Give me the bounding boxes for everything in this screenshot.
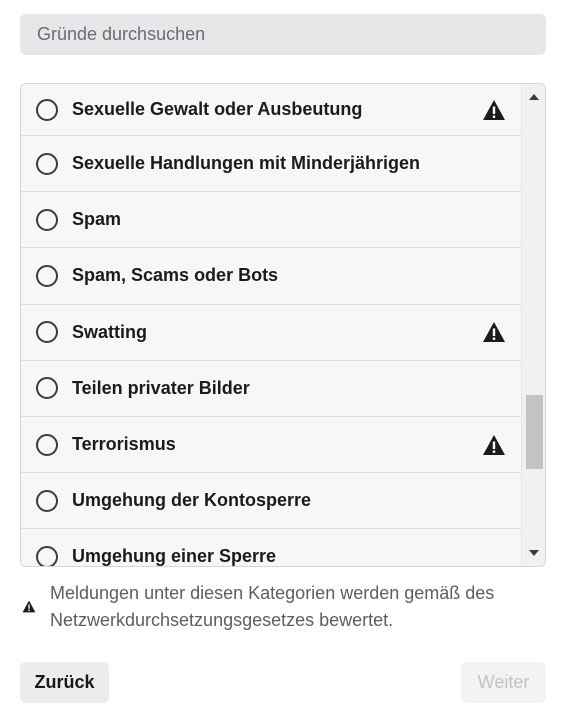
reason-option[interactable]: Teilen privater Bilder [21, 360, 521, 417]
reason-option[interactable]: Umgehung einer Sperre [21, 529, 521, 566]
search-box[interactable] [20, 14, 546, 55]
reason-label: Swatting [72, 321, 147, 342]
reason-label: Teilen privater Bilder [72, 377, 250, 398]
reason-option[interactable]: Swatting [21, 304, 521, 361]
radio-button[interactable] [36, 489, 58, 512]
reason-option[interactable]: Sexuelle Gewalt oder Ausbeutung [21, 84, 521, 136]
reason-label: Spam [72, 209, 122, 230]
radio-button[interactable] [36, 545, 58, 566]
reason-option[interactable]: Sexuelle Handlungen mit Minderjährigen [21, 136, 521, 193]
warning-triangle-icon [482, 321, 506, 343]
radio-button[interactable] [36, 321, 58, 344]
reason-option[interactable]: Spam [21, 192, 521, 249]
reason-label: Terrorismus [72, 434, 176, 455]
radio-button[interactable] [36, 208, 58, 231]
reason-list[interactable]: Sexuelle Gewalt oder Ausbeutung Sexuelle … [20, 83, 546, 567]
scroll-up-arrow-icon[interactable] [522, 88, 545, 106]
radio-button[interactable] [36, 264, 58, 287]
reason-option[interactable]: Terrorismus [21, 416, 521, 474]
next-button[interactable]: Weiter [461, 662, 546, 703]
reason-label: Umgehung der Kontosperre [72, 490, 312, 511]
warning-triangle-icon [22, 600, 36, 613]
reason-items: Sexuelle Gewalt oder Ausbeutung Sexuelle … [21, 84, 521, 566]
warning-triangle-icon [482, 434, 506, 456]
reason-option[interactable]: Umgehung der Kontosperre [21, 473, 521, 530]
notice-text: Meldungen unter diesen Kategorien werden… [50, 583, 495, 630]
scrollbar[interactable] [521, 84, 545, 566]
reason-label: Umgehung einer Sperre [72, 546, 277, 566]
reason-label: Spam, Scams oder Bots [72, 265, 279, 286]
radio-button[interactable] [36, 98, 58, 121]
search-input[interactable] [37, 14, 546, 55]
scroll-down-arrow-icon[interactable] [522, 544, 545, 562]
scrollbar-thumb[interactable] [526, 395, 543, 469]
warning-triangle-icon [482, 99, 506, 121]
reason-label: Sexuelle Gewalt oder Ausbeutung [72, 99, 363, 119]
back-button[interactable]: Zurück [20, 662, 109, 703]
legal-notice: Meldungen unter diesen Kategorien werden… [20, 580, 546, 634]
radio-button[interactable] [36, 152, 58, 175]
radio-button[interactable] [36, 433, 58, 456]
reason-label: Sexuelle Handlungen mit Minderjährigen [72, 153, 421, 174]
reason-option[interactable]: Spam, Scams oder Bots [21, 248, 521, 305]
radio-button[interactable] [36, 377, 58, 400]
